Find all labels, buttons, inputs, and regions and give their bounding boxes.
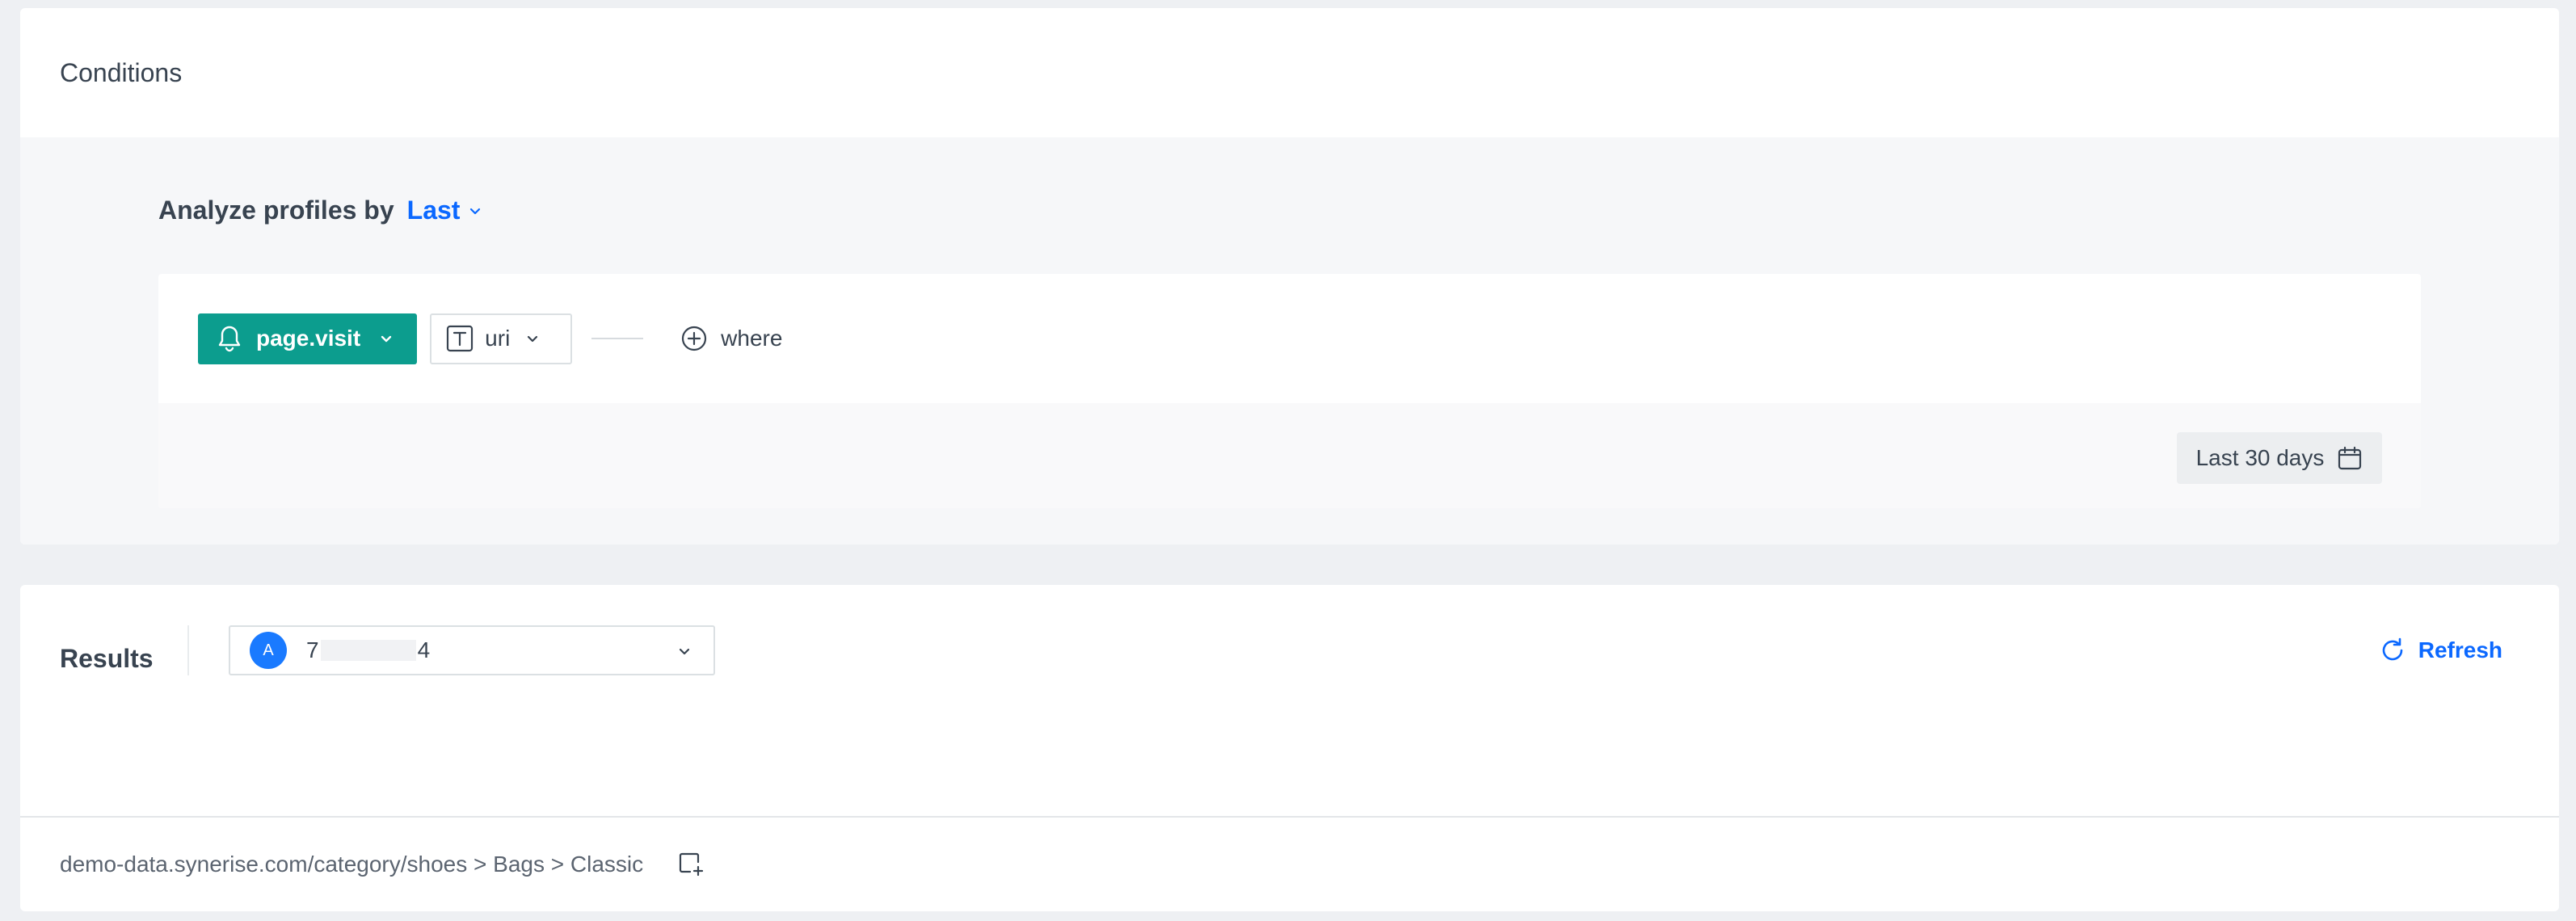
text-type-icon: [447, 325, 474, 352]
add-to-selection-icon[interactable]: [677, 851, 705, 878]
results-panel: Results A 7 4 Refresh demo-data.synerise…: [20, 585, 2559, 911]
where-label: where: [721, 326, 783, 351]
expression-footer: Last 30 days: [158, 403, 2421, 508]
condition-expression: page.visit uri where Last 30 days: [158, 274, 2421, 508]
refresh-icon: [2382, 637, 2403, 661]
parameter-select-button[interactable]: uri: [430, 313, 573, 364]
results-divider: [20, 816, 2559, 818]
avatar: A: [250, 632, 287, 669]
result-value: demo-data.synerise.com/category/shoes > …: [60, 852, 644, 877]
date-range-label: Last 30 days: [2195, 445, 2325, 470]
event-select-button[interactable]: page.visit: [198, 313, 418, 364]
date-range-button[interactable]: Last 30 days: [2177, 432, 2382, 484]
conditions-panel: Conditions Analyze profiles by Last page…: [20, 8, 2559, 545]
conditions-header: Conditions: [20, 8, 2559, 137]
profile-id-suffix: 4: [417, 637, 431, 662]
result-row: demo-data.synerise.com/category/shoes > …: [60, 848, 705, 881]
chevron-down-icon: [528, 335, 538, 343]
parameter-label: uri: [485, 326, 511, 351]
chevron-down-icon: [381, 335, 392, 343]
bell-icon: [218, 326, 241, 352]
connector-line: [591, 338, 644, 339]
refresh-label: Refresh: [2418, 637, 2502, 662]
chevron-down-icon: [470, 208, 481, 214]
conditions-title: Conditions: [60, 57, 183, 87]
header-divider: [187, 625, 189, 675]
chevron-down-icon: [679, 648, 690, 655]
expression-row: page.visit uri where: [158, 274, 2421, 403]
add-where-button[interactable]: where: [680, 325, 782, 352]
event-label: page.visit: [256, 326, 361, 351]
analyze-mode-dropdown[interactable]: Last: [407, 196, 483, 225]
profile-select[interactable]: A 7 4: [229, 625, 715, 675]
profile-id-prefix: 7: [306, 637, 319, 662]
refresh-button[interactable]: Refresh: [2378, 633, 2502, 667]
analyze-row: Analyze profiles by Last: [158, 196, 482, 225]
results-title: Results: [60, 643, 154, 673]
analyze-mode-value: Last: [406, 196, 461, 225]
analyze-label: Analyze profiles by: [158, 196, 394, 225]
plus-circle-icon: [682, 326, 707, 351]
redaction-mask: [320, 640, 416, 661]
profile-id: 7 4: [306, 637, 430, 663]
calendar-icon: [2338, 446, 2362, 470]
conditions-body: Analyze profiles by Last page.visit uri …: [20, 137, 2559, 545]
